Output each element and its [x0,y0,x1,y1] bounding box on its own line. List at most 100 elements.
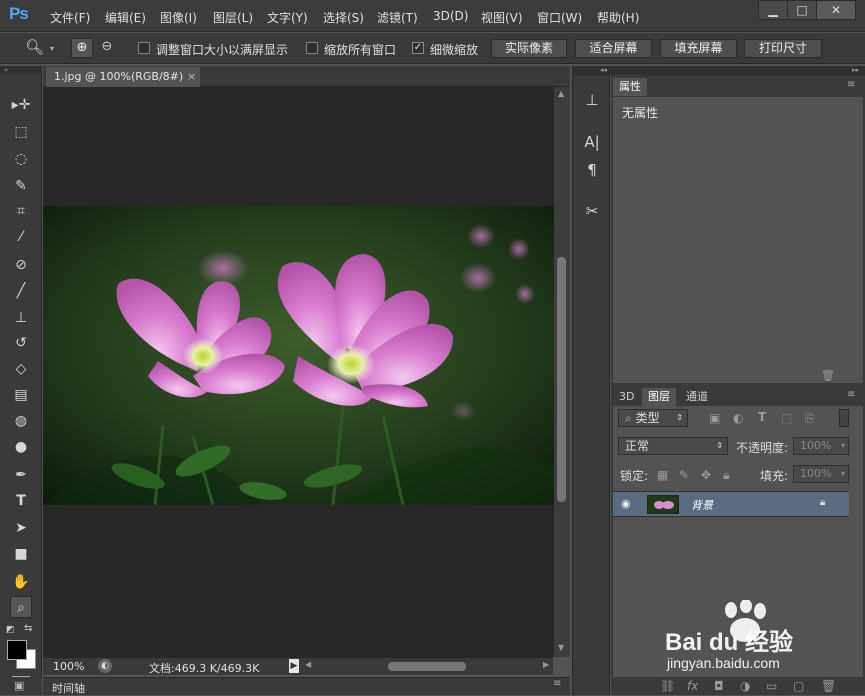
marquee-tool-icon[interactable]: ⬚ [10,121,32,143]
lock-pixels-icon[interactable]: ✎ [679,468,689,482]
zoom-tool-selected-icon[interactable]: ⌕ [10,596,32,618]
scroll-down-icon[interactable]: ▼ [558,643,564,652]
menu-3d[interactable]: 3D(D) [433,9,468,23]
maximize-button[interactable]: □ [787,0,817,20]
adjustment-layer-icon[interactable]: ◑ [740,679,750,693]
menu-filter[interactable]: 滤镜(T) [377,9,418,26]
filter-pixel-icon[interactable]: ▣ [709,411,720,425]
menu-window[interactable]: 窗口(W) [537,9,582,26]
tab-channels[interactable]: 通道 [680,388,714,406]
layer-row-background[interactable]: ◉ 背景 🔒︎ [613,491,849,517]
move-tool-icon[interactable]: ▸✛ [10,94,32,116]
dock-collapse-icon[interactable]: ▸▸ [611,66,865,75]
clone-stamp-tool-icon[interactable]: ⊥ [10,307,32,329]
new-group-icon[interactable]: ▭ [766,679,777,693]
hand-tool-icon[interactable]: ✋ [10,571,32,593]
rectangle-tool-icon[interactable]: ■ [10,543,32,565]
fill-screen-button[interactable]: 填充屏幕 [660,39,737,58]
zoom-in-icon[interactable]: ⊕ [71,38,93,58]
scroll-up-icon[interactable]: ▲ [558,89,564,98]
pen-tool-icon[interactable]: ✒ [10,464,32,486]
link-layers-icon[interactable]: ⛓ [660,679,675,693]
history-brush-tool-icon[interactable]: ↺ [10,332,32,354]
opacity-input[interactable]: 100% ▾ [793,437,849,455]
layer-style-fx-icon[interactable]: fx [687,679,698,693]
tools-collapse-icon[interactable]: » [0,66,42,74]
add-mask-icon[interactable]: ◘ [714,679,724,693]
zoom-all-windows-checkbox[interactable] [306,42,318,54]
status-info-icon[interactable]: ◐ [98,659,112,673]
filter-shape-icon[interactable]: ⬚ [781,411,792,425]
document-tab[interactable]: 1.jpg @ 100%(RGB/8#) × [46,67,200,87]
close-window-button[interactable]: ✕ [816,0,856,20]
zoom-level[interactable]: 100% [53,660,84,673]
fill-input[interactable]: 100% ▾ [793,465,849,483]
resize-windows-checkbox[interactable] [138,42,150,54]
quick-selection-tool-icon[interactable]: ✎ [10,175,32,197]
tool-preset-dropdown-icon[interactable]: ▾ [50,44,54,53]
strip-collapse-icon[interactable]: ◂◂ [573,66,611,75]
layer-visibility-eye-icon[interactable]: ◉ [621,497,631,510]
layers-menu-icon[interactable]: ≡ [847,389,855,400]
scroll-left-icon[interactable]: ◀ [305,660,311,669]
new-layer-icon[interactable]: ▢ [793,679,804,693]
lasso-tool-icon[interactable]: ◌ [10,148,32,170]
actual-pixels-button[interactable]: 实际像素 [491,39,567,58]
menu-view[interactable]: 视图(V) [481,9,523,26]
blend-mode-select[interactable]: 正常 ⇕ [618,437,728,455]
vertical-scroll-thumb[interactable] [557,257,566,502]
filter-adjustment-icon[interactable]: ◐ [733,411,743,425]
menu-edit[interactable]: 编辑(E) [105,9,146,26]
tab-3d[interactable]: 3D [613,388,640,406]
fit-screen-button[interactable]: 适合屏幕 [575,39,652,58]
eraser-tool-icon[interactable]: ◇ [10,358,32,380]
eyedropper-tool-icon[interactable]: ⁄ [10,226,32,248]
document-photo[interactable] [43,206,554,505]
timeline-menu-icon[interactable]: ≡ [553,678,561,689]
canvas-vertical-scrollbar[interactable]: ▲ ▼ [554,87,570,657]
type-tool-icon[interactable]: T [10,490,32,512]
healing-brush-tool-icon[interactable]: ⊘ [10,254,32,276]
lock-transparent-icon[interactable]: ▦ [657,468,668,482]
close-tab-icon[interactable]: × [187,67,196,86]
tool-presets-icon[interactable]: ✂ [582,201,602,221]
menu-select[interactable]: 选择(S) [323,9,364,26]
lock-all-icon[interactable]: 🔒︎ [723,468,729,483]
filter-toggle-switch[interactable] [839,409,849,427]
menu-image[interactable]: 图像(I) [160,9,197,26]
timeline-label[interactable]: 时间轴 [52,680,85,696]
filter-smart-object-icon[interactable]: ⎘ [805,411,815,426]
properties-menu-icon[interactable]: ≡ [847,79,855,90]
zoom-out-icon[interactable]: ⊖ [96,38,118,58]
status-menu-arrow-icon[interactable]: ▶ [289,659,299,673]
gradient-tool-icon[interactable]: ▤ [10,384,32,406]
properties-trash-icon[interactable]: 🗑︎ [821,369,835,382]
zoom-tool-icon[interactable]: 🔍︎ [25,38,44,56]
timeline-bar[interactable]: 时间轴 ≡ [43,677,570,695]
default-colors-icon[interactable]: ◩ [6,625,15,635]
print-size-button[interactable]: 打印尺寸 [744,39,822,58]
layer-name[interactable]: 背景 [691,497,713,513]
brush-tool-icon[interactable]: ╱ [10,280,32,302]
swap-colors-icon[interactable]: ⇆ [24,623,32,634]
character-panel-icon[interactable]: A| [582,132,602,152]
crop-tool-icon[interactable]: ⌗ [10,200,32,222]
menu-help[interactable]: 帮助(H) [597,9,639,26]
scrubby-zoom-checkbox[interactable]: ✓ [412,42,424,54]
tab-layers[interactable]: 图层 [642,388,676,406]
timeline-toggle[interactable]: ▣ [0,677,42,695]
timeline-icon[interactable]: ▣ [14,679,24,692]
delete-layer-icon[interactable]: 🗑︎ [821,679,836,693]
menu-layer[interactable]: 图层(L) [213,9,253,26]
clone-source-icon[interactable]: ⊥ [582,90,602,110]
layer-filter-kind-select[interactable]: ⌕ 类型 ⇕ [618,409,688,427]
paragraph-panel-icon[interactable]: ¶ [582,160,602,180]
scroll-right-icon[interactable]: ▶ [543,660,549,669]
dodge-tool-icon[interactable]: ● [10,436,32,458]
minimize-button[interactable]: ▁ [758,0,788,20]
lock-position-icon[interactable]: ✥ [701,468,711,482]
path-selection-tool-icon[interactable]: ➤ [10,517,32,539]
menu-file[interactable]: 文件(F) [50,9,90,26]
foreground-color-swatch[interactable] [7,640,27,660]
horizontal-scroll-thumb[interactable] [388,662,466,671]
